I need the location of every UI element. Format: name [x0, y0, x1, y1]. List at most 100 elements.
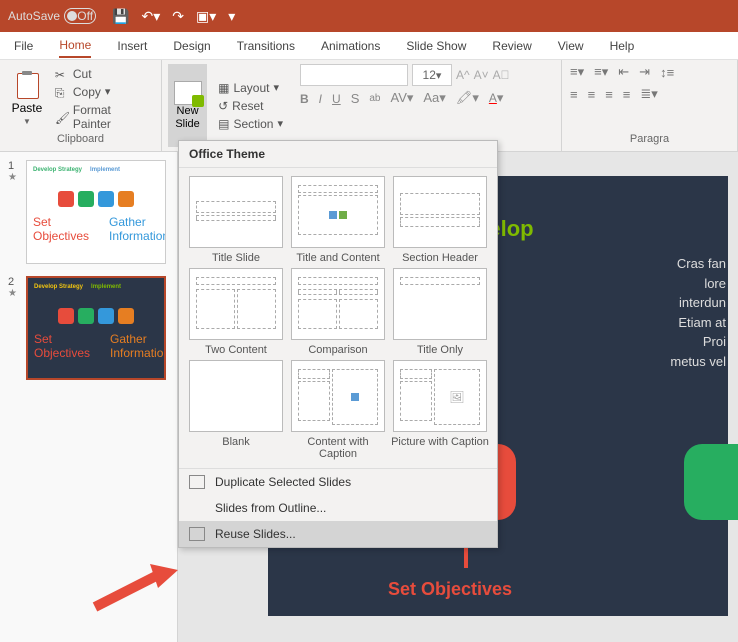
layout-grid: Title Slide Title and Content Section He… — [179, 168, 497, 468]
new-slide-icon — [174, 81, 202, 105]
case-button[interactable]: Aa▾ — [423, 90, 445, 106]
ribbon-tabs: File Home Insert Design Transitions Anim… — [0, 32, 738, 60]
clipboard-group: Paste ▼ ✂Cut ⎘Copy ▾ 🖌Format Painter Cli… — [0, 60, 162, 151]
paste-icon — [13, 71, 41, 99]
layout-section-header[interactable]: Section Header — [391, 176, 489, 264]
indent-button[interactable]: ⇥ — [639, 64, 650, 80]
star-icon: ★ — [8, 172, 20, 183]
layout-comparison[interactable]: Comparison — [289, 268, 387, 356]
highlight-button[interactable]: 🖍▾ — [456, 90, 479, 106]
tab-transitions[interactable]: Transitions — [237, 35, 295, 57]
layout-title-content[interactable]: Title and Content — [289, 176, 387, 264]
align-center-button[interactable]: ≡ — [588, 87, 596, 102]
dropdown-actions: Duplicate Selected Slides Slides from Ou… — [179, 468, 497, 547]
reuse-icon — [189, 527, 205, 541]
thumb-number: 1 — [8, 160, 20, 172]
dropdown-header: Office Theme — [179, 141, 497, 168]
layout-icon: ▦ — [218, 81, 229, 95]
tab-view[interactable]: View — [558, 35, 584, 57]
tab-file[interactable]: File — [14, 35, 33, 57]
layout-button[interactable]: ▦ Layout ▾ — [215, 80, 286, 96]
title-bar: AutoSave Off 💾 ↶▾ ↷ ▣▾ ▾ — [0, 0, 738, 32]
outdent-button[interactable]: ⇤ — [618, 64, 629, 80]
paste-label: Paste — [12, 101, 43, 115]
paste-button[interactable]: Paste ▼ — [6, 64, 48, 133]
quick-access-toolbar: 💾 ↶▾ ↷ ▣▾ ▾ — [112, 8, 235, 25]
layout-title-only[interactable]: Title Only — [391, 268, 489, 356]
reset-button[interactable]: ↺ Reset — [215, 98, 286, 114]
tab-design[interactable]: Design — [173, 35, 210, 57]
autosave-toggle[interactable]: AutoSave Off — [8, 8, 96, 24]
slide-thumbnail-2[interactable]: Develop StrategyImplement Set Objectives… — [26, 276, 166, 380]
duplicate-icon — [189, 475, 205, 489]
copy-button[interactable]: ⎘Copy ▾ — [52, 84, 155, 100]
undo-icon[interactable]: ↶▾ — [141, 8, 160, 25]
tab-insert[interactable]: Insert — [117, 35, 147, 57]
grow-font-icon[interactable]: A^ — [456, 68, 470, 82]
clear-format-icon[interactable]: A⃠ — [493, 68, 510, 82]
reuse-slides-item[interactable]: Reuse Slides... — [179, 521, 497, 547]
bullets-button[interactable]: ≡▾ — [570, 64, 584, 80]
section-button[interactable]: ▤ Section ▾ — [215, 116, 286, 132]
italic-button[interactable]: I — [319, 91, 322, 106]
new-slide-dropdown: Office Theme Title Slide Title and Conte… — [178, 140, 498, 548]
tab-review[interactable]: Review — [492, 35, 531, 57]
spacing-button[interactable]: AV▾ — [390, 90, 413, 106]
cut-icon: ✂ — [55, 68, 69, 80]
green-shape[interactable] — [684, 444, 738, 520]
tab-help[interactable]: Help — [610, 35, 635, 57]
objectives-label[interactable]: Set Objectives — [388, 579, 512, 600]
slide-thumbnail-1[interactable]: Develop StrategyImplement Set Objectives… — [26, 160, 166, 264]
tab-home[interactable]: Home — [59, 34, 91, 58]
star-icon: ★ — [8, 288, 20, 299]
present-icon[interactable]: ▣▾ — [196, 8, 216, 25]
thumbnail-item[interactable]: 1★ Develop StrategyImplement Set Objecti… — [8, 160, 169, 264]
columns-button[interactable]: ≣▾ — [640, 86, 657, 102]
layout-blank[interactable]: Blank — [187, 360, 285, 460]
format-painter-button[interactable]: 🖌Format Painter — [52, 102, 155, 132]
justify-button[interactable]: ≡ — [623, 87, 631, 102]
tab-animations[interactable]: Animations — [321, 35, 380, 57]
new-slide-button[interactable]: New Slide — [168, 64, 207, 147]
align-left-button[interactable]: ≡ — [570, 87, 578, 102]
brush-icon: 🖌 — [55, 111, 69, 123]
strike-button[interactable]: S — [351, 91, 360, 106]
slides-from-outline-item[interactable]: Slides from Outline... — [179, 495, 497, 521]
font-name-select[interactable] — [300, 64, 408, 86]
cut-button[interactable]: ✂Cut — [52, 66, 155, 82]
layout-content-caption[interactable]: Content with Caption — [289, 360, 387, 460]
save-icon[interactable]: 💾 — [112, 8, 129, 25]
duplicate-slides-item[interactable]: Duplicate Selected Slides — [179, 469, 497, 495]
new-slide-label: New Slide — [175, 105, 199, 129]
reset-icon: ↺ — [218, 99, 228, 113]
layout-picture-caption[interactable]: 🖼Picture with Caption — [391, 360, 489, 460]
slides-group: New Slide ▦ Layout ▾ ↺ Reset ▤ Section ▾ — [162, 60, 292, 151]
align-right-button[interactable]: ≡ — [605, 87, 613, 102]
section-icon: ▤ — [218, 117, 229, 131]
line-spacing-button[interactable]: ↕≡ — [660, 65, 674, 80]
ribbon: Paste ▼ ✂Cut ⎘Copy ▾ 🖌Format Painter Cli… — [0, 60, 738, 152]
toggle-switch[interactable]: Off — [64, 8, 96, 24]
paragraph-group-label: Paragra — [570, 133, 729, 147]
thumbnail-item[interactable]: 2★ Develop StrategyImplement Set Objecti… — [8, 276, 169, 380]
thumb-number: 2 — [8, 276, 20, 288]
chevron-down-icon: ▼ — [23, 117, 31, 126]
layout-title-slide[interactable]: Title Slide — [187, 176, 285, 264]
numbering-button[interactable]: ≡▾ — [594, 64, 608, 80]
layout-two-content[interactable]: Two Content — [187, 268, 285, 356]
clipboard-group-label: Clipboard — [6, 133, 155, 147]
shrink-font-icon[interactable]: A˅ — [474, 68, 489, 82]
autosave-label: AutoSave — [8, 9, 60, 23]
paragraph-group: ≡▾ ≡▾ ⇤ ⇥ ↕≡ ≡ ≡ ≡ ≡ ≣▾ Paragra — [562, 60, 738, 151]
redo-icon[interactable]: ↷ — [172, 8, 184, 25]
font-size-select[interactable]: 12▾ — [412, 64, 452, 86]
customize-icon[interactable]: ▾ — [228, 8, 235, 25]
copy-icon: ⎘ — [55, 86, 69, 98]
tab-slideshow[interactable]: Slide Show — [406, 35, 466, 57]
annotation-arrow — [90, 562, 180, 612]
bold-button[interactable]: B — [300, 91, 309, 106]
underline-button[interactable]: U — [332, 91, 341, 106]
shadow-button[interactable]: ab — [369, 93, 380, 104]
font-color-button[interactable]: A▾ — [489, 90, 504, 106]
font-group: 12▾ A^ A˅ A⃠ B I U S ab AV▾ Aa▾ 🖍▾ A▾ — [292, 60, 562, 151]
